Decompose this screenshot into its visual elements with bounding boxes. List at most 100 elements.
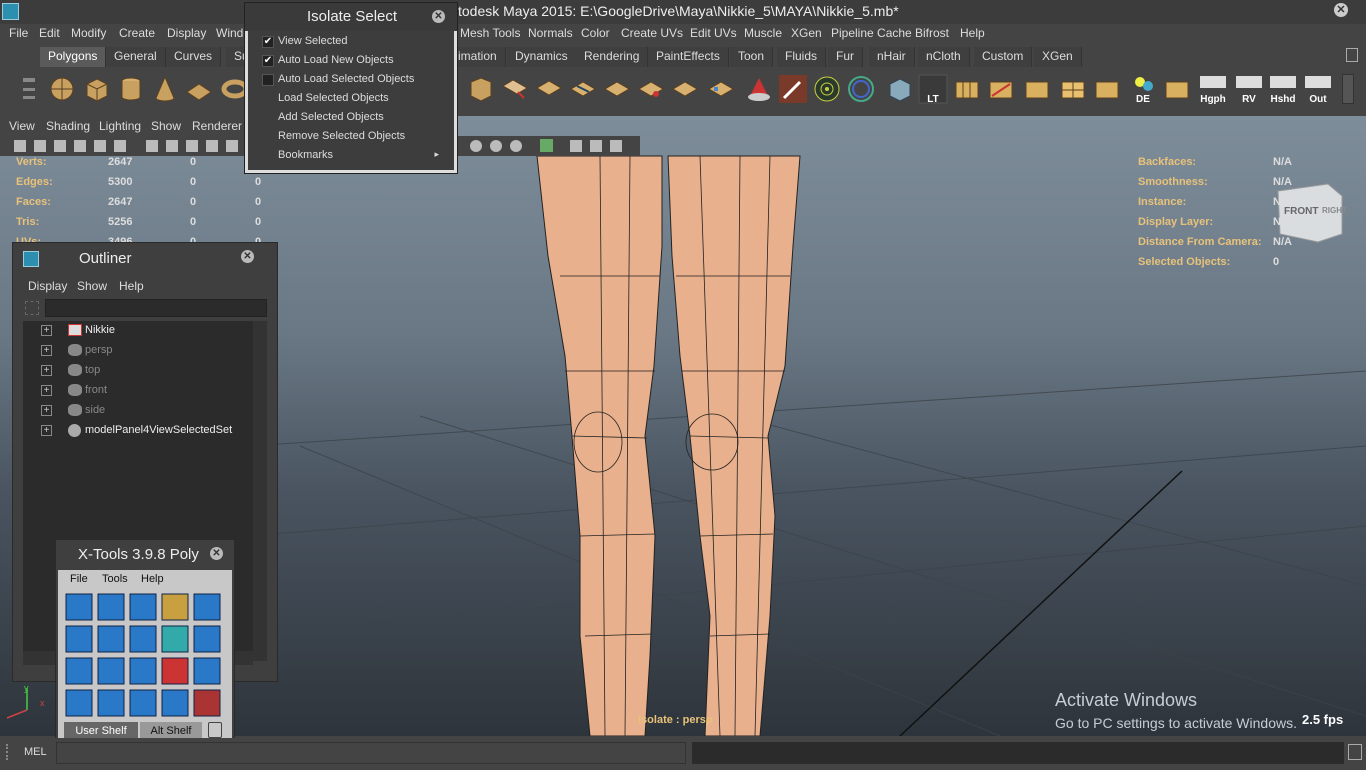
close-icon[interactable]: ✕: [1334, 3, 1348, 17]
tab-general[interactable]: General: [106, 47, 166, 67]
menu-item-remove-selected[interactable]: Remove Selected Objects: [253, 128, 449, 147]
menu-pipeline-cache[interactable]: Pipeline Cache: [831, 26, 912, 40]
smooth-icon[interactable]: [744, 74, 774, 104]
filter-icon[interactable]: [25, 301, 39, 315]
maya-app-icon[interactable]: [2, 3, 19, 20]
target-icon[interactable]: [812, 74, 842, 104]
menu-color[interactable]: Color: [581, 26, 610, 40]
checkbox-icon[interactable]: ✔: [262, 55, 274, 67]
close-icon[interactable]: ✕: [210, 547, 223, 560]
trash-icon[interactable]: [208, 722, 222, 738]
menu-mesh-tools[interactable]: Mesh Tools: [460, 26, 520, 40]
merge-icon[interactable]: [602, 74, 632, 104]
hgph-button[interactable]: Hgph: [1198, 74, 1228, 105]
vp-menu-lighting[interactable]: Lighting: [99, 119, 141, 133]
uv-layout-icon[interactable]: [952, 74, 982, 104]
outliner-menu-help[interactable]: Help: [119, 279, 144, 293]
tab-painteffects[interactable]: PaintEffects: [648, 47, 729, 67]
menu-item-auto-load-selected[interactable]: Auto Load Selected Objects: [253, 71, 449, 90]
menu-item-add-selected[interactable]: Add Selected Objects: [253, 109, 449, 128]
expand-icon[interactable]: +: [41, 345, 52, 356]
xtools-menu-tools[interactable]: Tools: [102, 573, 128, 585]
close-icon[interactable]: ✕: [241, 250, 254, 263]
vp-menu-renderer[interactable]: Renderer: [192, 119, 242, 133]
xtools-tool-grid[interactable]: [64, 592, 228, 720]
menu-file[interactable]: File: [9, 26, 28, 40]
xtools-menu-file[interactable]: File: [70, 573, 88, 585]
expand-icon[interactable]: +: [41, 425, 52, 436]
rv-button[interactable]: RV: [1234, 74, 1264, 105]
uv-grid-icon[interactable]: [1162, 74, 1192, 104]
vp-menu-shading[interactable]: Shading: [46, 119, 90, 133]
separate-icon[interactable]: [706, 74, 736, 104]
poly-cylinder-icon[interactable]: [116, 74, 146, 104]
outliner-item-selectedset[interactable]: + modelPanel4ViewSelectedSet: [23, 421, 253, 441]
sculpt-brush-icon[interactable]: [778, 74, 808, 104]
command-input[interactable]: [56, 742, 686, 764]
menu-display[interactable]: Display: [167, 26, 206, 40]
drag-handle[interactable]: [6, 744, 12, 760]
de-button[interactable]: DE: [1128, 74, 1158, 105]
extrude-icon[interactable]: [500, 74, 530, 104]
script-editor-icon[interactable]: [1348, 744, 1362, 760]
outliner-search-input[interactable]: [45, 299, 267, 317]
menu-help[interactable]: Help: [960, 26, 985, 40]
vp-menu-show[interactable]: Show: [151, 119, 181, 133]
hshd-button[interactable]: Hshd: [1268, 74, 1298, 105]
expand-icon[interactable]: +: [41, 325, 52, 336]
menu-item-bookmarks[interactable]: Bookmarks ▸: [253, 147, 449, 166]
outliner-item-nikkie[interactable]: + Nikkie: [23, 321, 253, 341]
menu-bifrost[interactable]: Bifrost: [915, 26, 949, 40]
mel-label[interactable]: MEL: [24, 746, 47, 758]
outliner-item-front[interactable]: + front: [23, 381, 253, 401]
expand-icon[interactable]: +: [41, 405, 52, 416]
tab-polygons[interactable]: Polygons: [40, 47, 107, 67]
combine-icon[interactable]: [670, 74, 700, 104]
menu-item-view-selected[interactable]: ✔ View Selected: [253, 33, 449, 52]
tab-toon[interactable]: Toon: [730, 47, 774, 67]
expand-icon[interactable]: +: [41, 365, 52, 376]
vp-menu-view[interactable]: View: [9, 119, 35, 133]
menu-item-load-selected[interactable]: Load Selected Objects: [253, 90, 449, 109]
rotate-gizmo-icon[interactable]: [846, 74, 876, 104]
uv-move-icon[interactable]: [1092, 74, 1122, 104]
outliner-menu-show[interactable]: Show: [77, 279, 107, 293]
bounding-box-icon[interactable]: [884, 74, 914, 104]
uv-sew-icon[interactable]: [1022, 74, 1052, 104]
shelf-handle-icon[interactable]: [14, 74, 35, 104]
outliner-menu-display[interactable]: Display: [28, 279, 67, 293]
xtools-menu-help[interactable]: Help: [141, 573, 164, 585]
poly-plane-icon[interactable]: [184, 74, 214, 104]
tab-ncloth[interactable]: nCloth: [918, 47, 970, 67]
viewcube-right-label[interactable]: RIGHT: [1322, 206, 1347, 215]
expand-icon[interactable]: +: [41, 385, 52, 396]
tab-animation[interactable]: imation: [450, 47, 506, 67]
poly-prism-icon[interactable]: [466, 74, 496, 104]
tab-rendering[interactable]: Rendering: [576, 47, 649, 67]
menu-xgen[interactable]: XGen: [791, 26, 822, 40]
checkbox-icon[interactable]: [262, 74, 274, 86]
menu-modify[interactable]: Modify: [71, 26, 106, 40]
uv-cut-icon[interactable]: [986, 74, 1016, 104]
trash-icon[interactable]: [1346, 48, 1358, 62]
outliner-item-persp[interactable]: + persp: [23, 341, 253, 361]
bridge-icon[interactable]: [534, 74, 564, 104]
tab-curves[interactable]: Curves: [166, 47, 222, 67]
uv-unfold-icon[interactable]: [1058, 74, 1088, 104]
outliner-item-top[interactable]: + top: [23, 361, 253, 381]
outliner-vscrollbar[interactable]: [253, 321, 267, 661]
menu-edit-uvs[interactable]: Edit UVs: [690, 26, 737, 40]
checkbox-icon[interactable]: ✔: [262, 36, 274, 48]
tab-dynamics[interactable]: Dynamics: [507, 47, 577, 67]
bevel-icon[interactable]: [636, 74, 666, 104]
menu-edit[interactable]: Edit: [39, 26, 60, 40]
lt-button[interactable]: LT: [918, 74, 948, 105]
menu-create-uvs[interactable]: Create UVs: [621, 26, 683, 40]
close-icon[interactable]: ✕: [432, 10, 445, 23]
poly-torus-icon[interactable]: [218, 74, 249, 104]
menu-create[interactable]: Create: [119, 26, 155, 40]
tab-xgen[interactable]: XGen: [1034, 47, 1082, 67]
outliner-item-side[interactable]: + side: [23, 401, 253, 421]
poly-cone-icon[interactable]: [150, 74, 180, 104]
shelf-scrollbar[interactable]: [1342, 74, 1354, 104]
